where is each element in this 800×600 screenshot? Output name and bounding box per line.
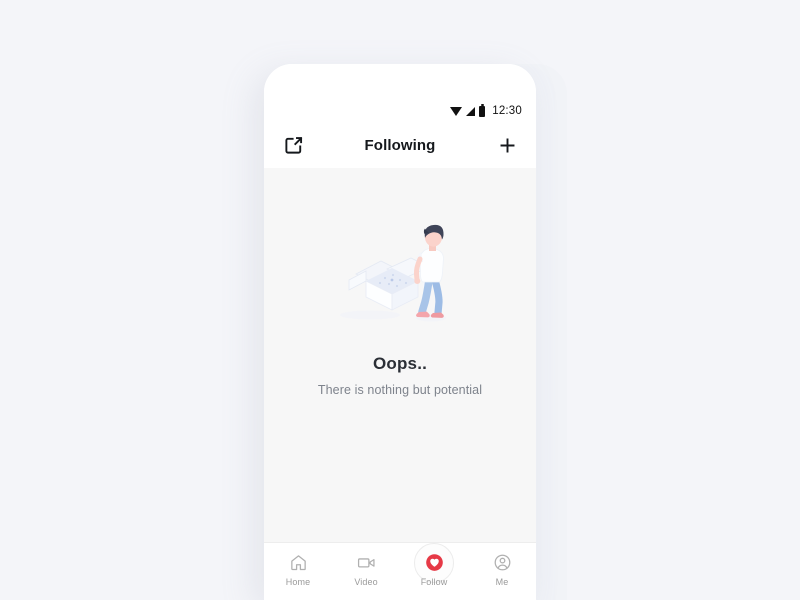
avatar-icon (493, 552, 512, 572)
video-icon (356, 552, 377, 572)
empty-box-person-illustration (340, 224, 446, 322)
tab-me-label: Me (495, 577, 509, 587)
tab-video[interactable]: Video (332, 552, 400, 587)
status-bar-time: 12:30 (492, 104, 522, 117)
phone-frame: 12:30 Following Oops.. There is nothing … (264, 64, 536, 600)
signal-icon (466, 106, 476, 116)
battery-icon (479, 104, 486, 117)
empty-state-subtitle: There is nothing but potential (317, 383, 483, 397)
home-icon (289, 552, 308, 572)
empty-state-title: Oops.. (372, 354, 428, 373)
tab-home[interactable]: Home (264, 552, 332, 587)
tab-home-label: Home (285, 577, 311, 587)
wifi-icon (450, 106, 463, 116)
tab-me[interactable]: Me (468, 552, 536, 587)
bottom-navigation: Home Video Follow Me (264, 542, 536, 600)
app-header: Following (264, 122, 536, 168)
screen-root: 12:30 Following Oops.. There is nothing … (0, 0, 800, 600)
tab-video-label: Video (354, 577, 378, 587)
tab-follow-label: Follow (420, 577, 448, 587)
status-bar-icons (450, 104, 486, 117)
compose-icon[interactable] (282, 134, 304, 156)
content-area: Oops.. There is nothing but potential (264, 168, 536, 542)
tab-follow[interactable]: Follow (400, 543, 468, 587)
plus-icon[interactable] (496, 134, 518, 156)
status-bar: 12:30 (264, 64, 536, 122)
heart-icon (425, 552, 444, 572)
